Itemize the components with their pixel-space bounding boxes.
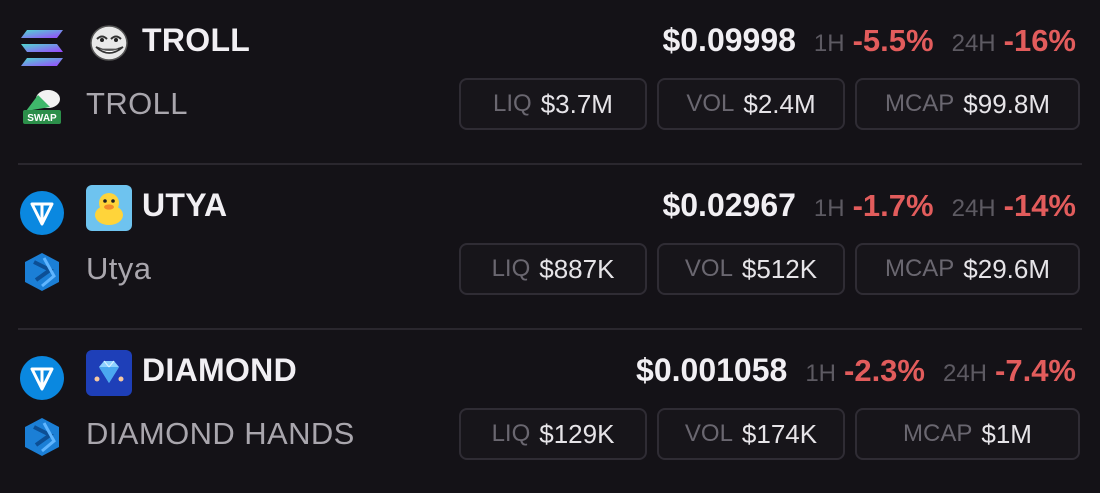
change-24h-value: -16%	[1003, 23, 1076, 58]
price-metrics: $0.09998 1H -5.5% 24H -16%	[662, 22, 1076, 59]
change-24h-label: 24H	[951, 195, 996, 222]
change-24h-label: 24H	[942, 360, 988, 387]
liq-label: LIQ	[491, 420, 531, 447]
diamond-icon	[86, 350, 132, 396]
vol-value: $2.4M	[743, 88, 816, 119]
token-name: TROLL	[86, 86, 188, 121]
market-cap-pill: MCAP $1M	[855, 408, 1080, 460]
swap-badge-text: SWAP	[27, 113, 57, 124]
vol-label: VOL	[686, 90, 735, 117]
mcap-label: MCAP	[884, 255, 955, 282]
token-name: Utya	[86, 251, 152, 286]
token-list: TROLL SWAP TROLL $0.09998 1H -5.5% 24H -…	[0, 0, 1100, 493]
mcap-label: MCAP	[884, 90, 955, 117]
volume-pill: VOL $512K	[657, 243, 845, 295]
vol-value: $512K	[741, 253, 818, 284]
stonfi-icon	[18, 413, 66, 461]
token-price: $0.001058	[636, 352, 788, 388]
liq-value: $887K	[539, 253, 615, 284]
token-price: $0.02967	[662, 187, 796, 223]
ton-icon	[18, 189, 66, 237]
mcap-value: $29.6M	[963, 253, 1051, 284]
change-1h-value: -2.3%	[844, 353, 925, 388]
duck-icon	[86, 185, 132, 231]
change-1h-value: -1.7%	[852, 188, 934, 223]
token-symbol: DIAMOND	[142, 352, 297, 388]
stonfi-icon	[18, 248, 66, 296]
market-cap-pill: MCAP $29.6M	[855, 243, 1080, 295]
stats-pills: LIQ $887K VOL $512K MCAP $29.6M	[459, 243, 1080, 295]
vol-label: VOL	[684, 420, 733, 447]
price-metrics: $0.001058 1H -2.3% 24H -7.4%	[636, 352, 1076, 389]
change-1h-label: 1H	[813, 195, 845, 222]
change-1h-label: 1H	[805, 360, 836, 387]
market-cap-pill: MCAP $99.8M	[855, 78, 1080, 130]
liquidity-pill: LIQ $3.7M	[459, 78, 647, 130]
price-metrics: $0.02967 1H -1.7% 24H -14%	[662, 187, 1076, 224]
swap-icon: SWAP	[18, 83, 66, 131]
token-name: DIAMOND HANDS	[86, 416, 355, 451]
change-1h-value: -5.5%	[852, 23, 934, 58]
liq-label: LIQ	[491, 255, 531, 282]
volume-pill: VOL $174K	[657, 408, 845, 460]
token-row-utya[interactable]: UTYA Utya $0.02967 1H -1.7% 24H -14% LIQ…	[0, 165, 1100, 330]
change-1h-label: 1H	[813, 30, 845, 57]
solana-icon	[18, 24, 66, 72]
mcap-label: MCAP	[903, 420, 973, 447]
vol-label: VOL	[684, 255, 733, 282]
mcap-value: $99.8M	[963, 88, 1051, 119]
volume-pill: VOL $2.4M	[657, 78, 845, 130]
liq-value: $3.7M	[540, 88, 613, 119]
stats-pills: LIQ $129K VOL $174K MCAP $1M	[459, 408, 1080, 460]
token-row-diamond[interactable]: DIAMOND DIAMOND HANDS $0.001058 1H -2.3%…	[0, 330, 1100, 493]
vol-value: $174K	[741, 418, 818, 449]
liquidity-pill: LIQ $887K	[459, 243, 647, 295]
liquidity-pill: LIQ $129K	[459, 408, 647, 460]
change-24h-value: -7.4%	[995, 353, 1076, 388]
stats-pills: LIQ $3.7M VOL $2.4M MCAP $99.8M	[459, 78, 1080, 130]
liq-value: $129K	[539, 418, 615, 449]
token-symbol: TROLL	[142, 22, 251, 58]
liq-label: LIQ	[493, 90, 532, 117]
ton-icon	[18, 354, 66, 402]
change-24h-label: 24H	[951, 30, 996, 57]
mcap-value: $1M	[981, 418, 1032, 449]
token-price: $0.09998	[662, 22, 796, 58]
change-24h-value: -14%	[1003, 188, 1076, 223]
troll-face-icon	[86, 20, 132, 66]
token-row-troll[interactable]: TROLL SWAP TROLL $0.09998 1H -5.5% 24H -…	[0, 0, 1100, 165]
token-symbol: UTYA	[142, 187, 228, 223]
